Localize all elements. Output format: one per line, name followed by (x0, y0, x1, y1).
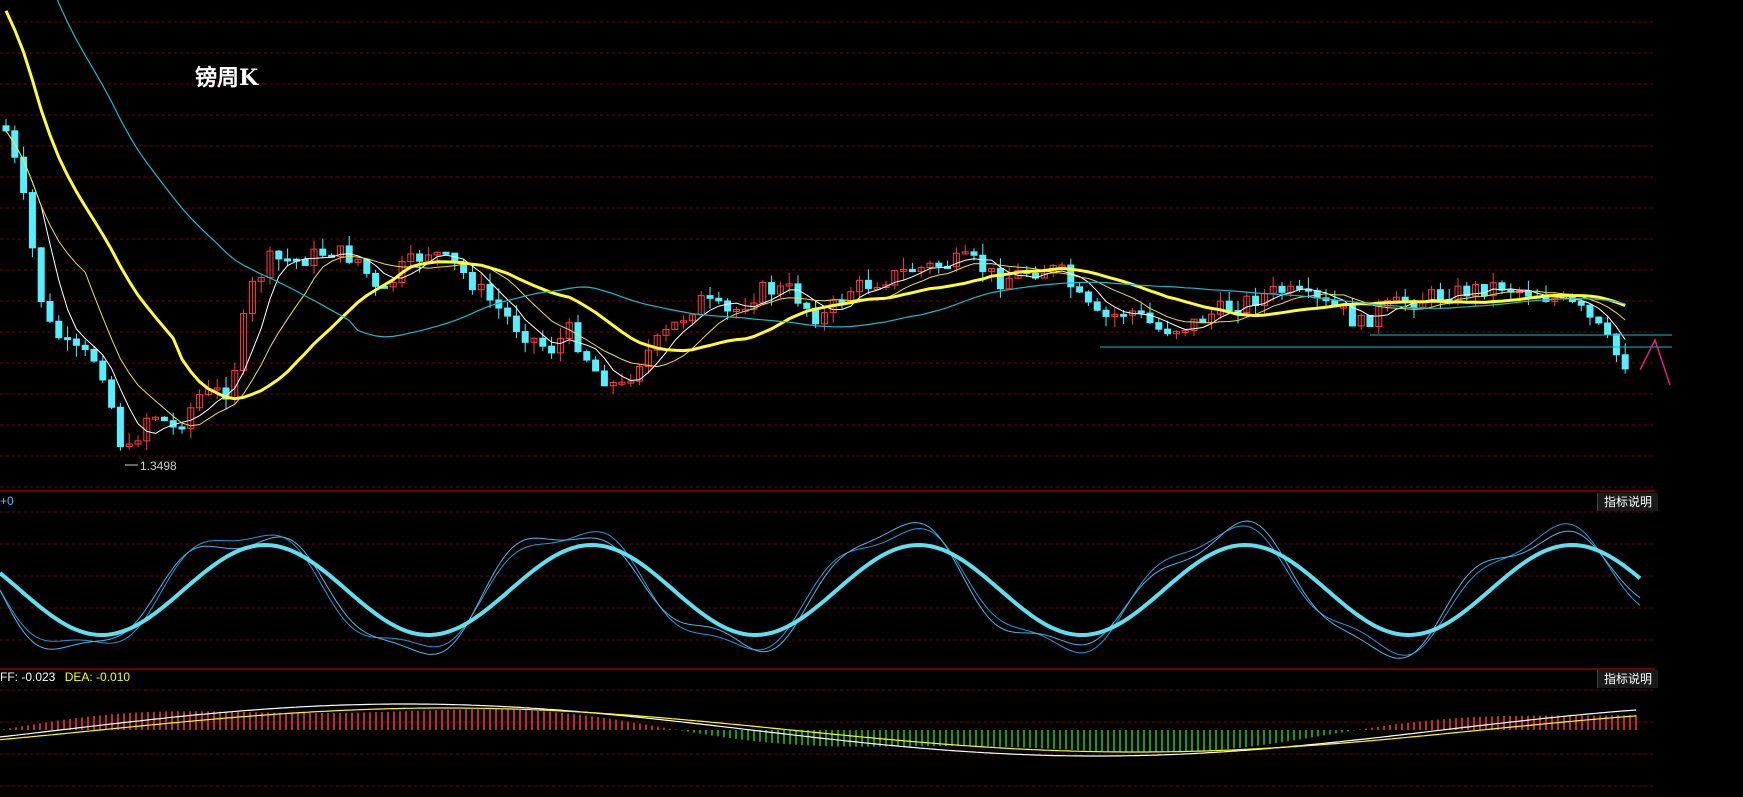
candle-body (81, 344, 89, 350)
candle-body (1252, 295, 1260, 306)
candle-body (1076, 286, 1084, 293)
candle-body (548, 345, 556, 354)
candle-body (794, 283, 802, 304)
candle-body (600, 370, 608, 387)
candle-body (996, 267, 1004, 290)
candle-body (1155, 322, 1163, 330)
candle-body (1164, 328, 1172, 335)
candle-body (284, 258, 292, 262)
candle-body (1093, 301, 1101, 311)
candle-body (706, 295, 714, 299)
candle-body (1348, 305, 1356, 327)
chart-title: 镑周K (195, 65, 259, 91)
dea-label: DEA: (64, 670, 97, 684)
candle-body (864, 279, 872, 289)
candle-body (715, 297, 723, 302)
candle-body (970, 251, 978, 256)
candle-body (512, 315, 520, 333)
candle-body (1225, 300, 1233, 312)
candle-body (275, 250, 283, 260)
candle-body (1102, 309, 1110, 317)
ma10-line (5, 130, 1626, 427)
kdj-label: +0 (0, 494, 14, 508)
ma40-line (56, 0, 1626, 338)
candle-body (1480, 284, 1488, 297)
candle-body (90, 348, 98, 362)
candle-body (1084, 291, 1092, 303)
macd-indicator-button[interactable]: 指标说明 (1597, 670, 1658, 688)
candle-body (583, 351, 591, 361)
candle-body (37, 247, 45, 303)
candle-body (1577, 301, 1585, 306)
candle-body (504, 307, 512, 317)
dea-value: -0.010 (96, 670, 131, 684)
candle-body (442, 251, 450, 255)
candle-body (1498, 282, 1506, 291)
kdj-d-line (0, 543, 1642, 637)
candle-body (99, 360, 107, 381)
candle-body (768, 282, 776, 295)
candle-body (1595, 316, 1603, 324)
candle-body (20, 156, 28, 194)
diff-value: -0.023 (21, 670, 56, 684)
candle-body (160, 416, 168, 422)
candle-body (55, 320, 63, 339)
candle-body (1366, 314, 1374, 327)
candle-body (908, 268, 916, 273)
candle-body (178, 426, 186, 430)
candle-body (724, 300, 732, 312)
ma5-line (5, 130, 1626, 434)
kdj-indicator-button[interactable]: 指标说明 (1597, 493, 1658, 511)
candle-body (2, 125, 10, 132)
candle-body (116, 406, 124, 448)
candle-body (1137, 310, 1145, 314)
diff-label: FF: (0, 670, 22, 684)
kdj-k-line (0, 520, 1641, 659)
candle-body (468, 272, 476, 291)
candle-body (416, 253, 424, 262)
candle-body (1604, 322, 1612, 335)
candle-body (1436, 289, 1444, 301)
candle-body (372, 272, 380, 287)
candle-body (521, 331, 529, 343)
candle-body (72, 338, 80, 346)
candle-body (1621, 354, 1629, 370)
candle-body (574, 322, 582, 353)
chart-canvas: 1.3498 (0, 0, 1672, 787)
candle-body (539, 337, 547, 347)
candle-body (1586, 304, 1594, 318)
candle-body (301, 258, 309, 266)
candle-body (486, 283, 494, 301)
candle-body (1612, 333, 1620, 356)
candle-body (28, 192, 36, 249)
low-label: 1.3498 (140, 459, 177, 473)
candle-body (1278, 285, 1286, 293)
candle-body (935, 262, 943, 267)
macd-readout: FF: -0.023 DEA: -0.010 (0, 670, 130, 684)
candle-body (46, 301, 54, 322)
candle-body (108, 379, 116, 408)
candle-body (1296, 285, 1304, 290)
candle-body (803, 302, 811, 309)
candle-body (64, 337, 72, 341)
candle-body (592, 359, 600, 372)
candle-body (319, 248, 327, 256)
candle-body (1120, 313, 1128, 317)
